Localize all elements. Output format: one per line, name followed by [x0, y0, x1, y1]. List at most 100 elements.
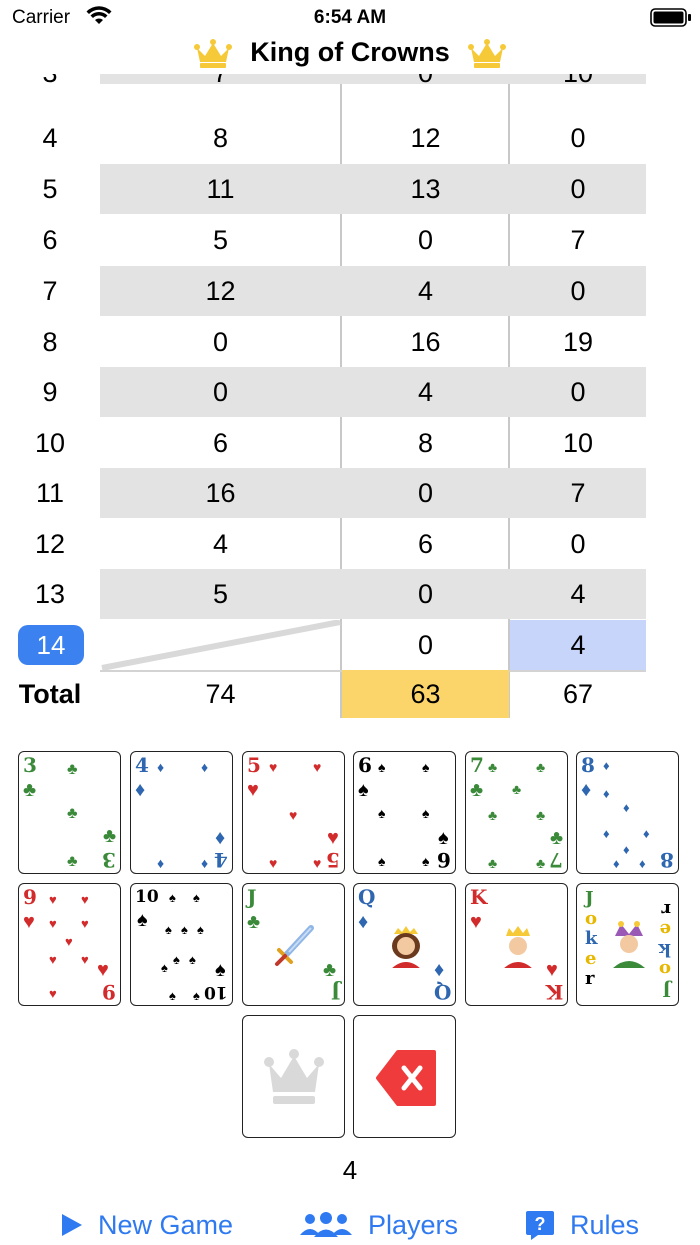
- svg-text:J: J: [583, 888, 594, 909]
- score-cell[interactable]: 16: [100, 468, 341, 518]
- score-cell[interactable]: 4: [342, 266, 509, 316]
- rules-button[interactable]: ? Rules: [524, 1205, 639, 1245]
- score-cell[interactable]: 0: [100, 317, 341, 367]
- svg-text:r: r: [661, 899, 671, 920]
- table-row[interactable]: 3 7 0 10: [0, 74, 700, 99]
- table-row[interactable]: 6 5 0 7: [0, 215, 700, 266]
- score-cell[interactable]: 4: [510, 569, 646, 619]
- card-king-of-hearts[interactable]: K ♥ ♥ K: [465, 883, 568, 1006]
- card-rank: 8: [660, 848, 674, 872]
- svg-text:o: o: [585, 908, 597, 929]
- svg-text:♠: ♠: [189, 952, 196, 967]
- score-cell[interactable]: 6: [342, 519, 509, 569]
- card-three-of-clubs[interactable]: 3 ♣ ♣ ♣ ♣ ♣ 3: [18, 751, 121, 874]
- table-row[interactable]: 5 11 13 0: [0, 164, 700, 215]
- score-table[interactable]: 3 7 0 10 4 8 12 0 5 11 13 0 6 5 0 7 7 12…: [0, 74, 700, 718]
- table-row[interactable]: 10 6 8 10: [0, 418, 700, 469]
- card-queen-of-diamonds[interactable]: Q ♦ ♦ Q: [353, 883, 456, 1006]
- score-cell[interactable]: 0: [342, 74, 509, 98]
- svg-text:♥: ♥: [269, 855, 277, 871]
- current-round-row[interactable]: 14 0 4: [0, 620, 700, 671]
- score-cell[interactable]: 0: [510, 367, 646, 417]
- card-joker[interactable]: J o k e r J o k e r: [576, 883, 679, 1006]
- score-cell[interactable]: 0: [342, 215, 509, 265]
- score-cell[interactable]: 0: [342, 569, 509, 619]
- card-jack-of-clubs[interactable]: J ♣ ♣ J: [242, 883, 345, 1006]
- score-cell[interactable]: [100, 620, 341, 670]
- table-row[interactable]: 11 16 0 7: [0, 468, 700, 519]
- crown-action-button[interactable]: [242, 1015, 345, 1138]
- svg-text:♥: ♥: [313, 759, 321, 775]
- new-game-button[interactable]: New Game: [60, 1205, 233, 1245]
- score-cell[interactable]: 4: [342, 367, 509, 417]
- card-six-of-spades[interactable]: 6 ♠ ♠ ♠ ♠ ♠ ♠ ♠ ♠ 6: [353, 751, 456, 874]
- card-four-of-diamonds[interactable]: 4 ♦ ♦ ♦ ♦ ♦ ♦ 4: [130, 751, 233, 874]
- score-cell[interactable]: 13: [342, 164, 509, 214]
- svg-text:♠: ♠: [378, 853, 386, 869]
- score-cell[interactable]: 5: [100, 215, 341, 265]
- card-rank: Q: [433, 980, 451, 1004]
- svg-text:♠: ♠: [173, 952, 180, 967]
- svg-text:♦: ♦: [157, 855, 164, 871]
- svg-text:♠: ♠: [358, 779, 369, 801]
- score-cell[interactable]: 0: [342, 620, 509, 670]
- round-number: 12: [34, 529, 66, 559]
- svg-text:♥: ♥: [23, 911, 35, 933]
- score-cell[interactable]: 10: [510, 74, 646, 98]
- score-cell[interactable]: 11: [100, 164, 341, 214]
- score-cell[interactable]: 12: [342, 113, 509, 163]
- sword-icon: ♣ ♣: [247, 911, 336, 981]
- score-cell[interactable]: 0: [510, 164, 646, 214]
- score-cell[interactable]: 0: [510, 519, 646, 569]
- current-round-badge[interactable]: 14: [18, 625, 84, 665]
- new-game-label: New Game: [98, 1209, 234, 1240]
- card-rank: 3: [102, 848, 116, 872]
- table-row[interactable]: 9 0 4 0: [0, 367, 700, 418]
- card-rank: 6: [437, 848, 451, 872]
- svg-text:♥: ♥: [49, 952, 57, 967]
- score-cell[interactable]: 7: [510, 215, 646, 265]
- score-cell[interactable]: 19: [510, 317, 646, 367]
- rules-label: Rules: [570, 1209, 640, 1240]
- svg-text:♦: ♦: [358, 911, 368, 933]
- table-row[interactable]: 8 0 16 19: [0, 317, 700, 368]
- svg-text:♣: ♣: [67, 761, 78, 778]
- card-five-of-hearts[interactable]: 5 ♥ ♥ ♥ ♥ ♥ ♥ ♥ 5: [242, 751, 345, 874]
- card-eight-of-diamonds[interactable]: 8 ♦ ♦ ♦ ♦ ♦ ♦ ♦ ♦ ♦ 8: [576, 751, 679, 874]
- score-cell[interactable]: 5: [100, 569, 341, 619]
- score-cell[interactable]: 0: [510, 113, 646, 163]
- score-cell[interactable]: 4: [100, 519, 341, 569]
- card-ten-of-spades[interactable]: 10 ♠ ♠ ♠ ♠ ♠ ♠ ♠ ♠ ♠ ♠ ♠ ♠ 10: [130, 883, 233, 1006]
- table-row[interactable]: 12 4 6 0: [0, 519, 700, 570]
- svg-text:♠: ♠: [161, 960, 168, 975]
- battery-icon: [650, 8, 692, 33]
- card-nine-of-hearts[interactable]: 9 ♥ ♥ ♥ ♥ ♥ ♥ ♥ ♥ ♥ ♥ 9: [18, 883, 121, 1006]
- svg-text:♣: ♣: [488, 855, 497, 871]
- svg-text:♠: ♠: [438, 827, 449, 849]
- score-cell[interactable]: 4: [510, 620, 646, 670]
- score-cell[interactable]: 12: [100, 266, 341, 316]
- card-seven-of-clubs[interactable]: 7 ♣ ♣ ♣ ♣ ♣ ♣ ♣ ♣ ♣ 7: [465, 751, 568, 874]
- delete-action-button[interactable]: [353, 1015, 456, 1138]
- players-button[interactable]: Players: [298, 1205, 458, 1245]
- svg-text:♣: ♣: [67, 853, 78, 870]
- round-number: 4: [42, 123, 58, 153]
- score-cell[interactable]: 0: [510, 266, 646, 316]
- score-cell[interactable]: 0: [342, 468, 509, 518]
- score-cell[interactable]: 7: [100, 74, 341, 98]
- svg-text:♣: ♣: [512, 781, 521, 797]
- score-cell[interactable]: 8: [342, 418, 509, 468]
- svg-text:♠: ♠: [197, 922, 204, 937]
- score-cell[interactable]: 7: [510, 468, 646, 518]
- score-cell[interactable]: 16: [342, 317, 509, 367]
- total-label: Total: [18, 679, 82, 709]
- svg-text:♦: ♦: [603, 786, 610, 801]
- status-bar: Carrier 6:54 AM: [0, 0, 700, 36]
- score-cell[interactable]: 0: [100, 367, 341, 417]
- score-cell[interactable]: 8: [100, 113, 341, 163]
- table-row[interactable]: 7 12 4 0: [0, 266, 700, 317]
- table-row[interactable]: 13 5 0 4: [0, 569, 700, 620]
- table-row[interactable]: 4 8 12 0: [0, 113, 700, 164]
- score-cell[interactable]: 6: [100, 418, 341, 468]
- score-cell[interactable]: 10: [510, 418, 646, 468]
